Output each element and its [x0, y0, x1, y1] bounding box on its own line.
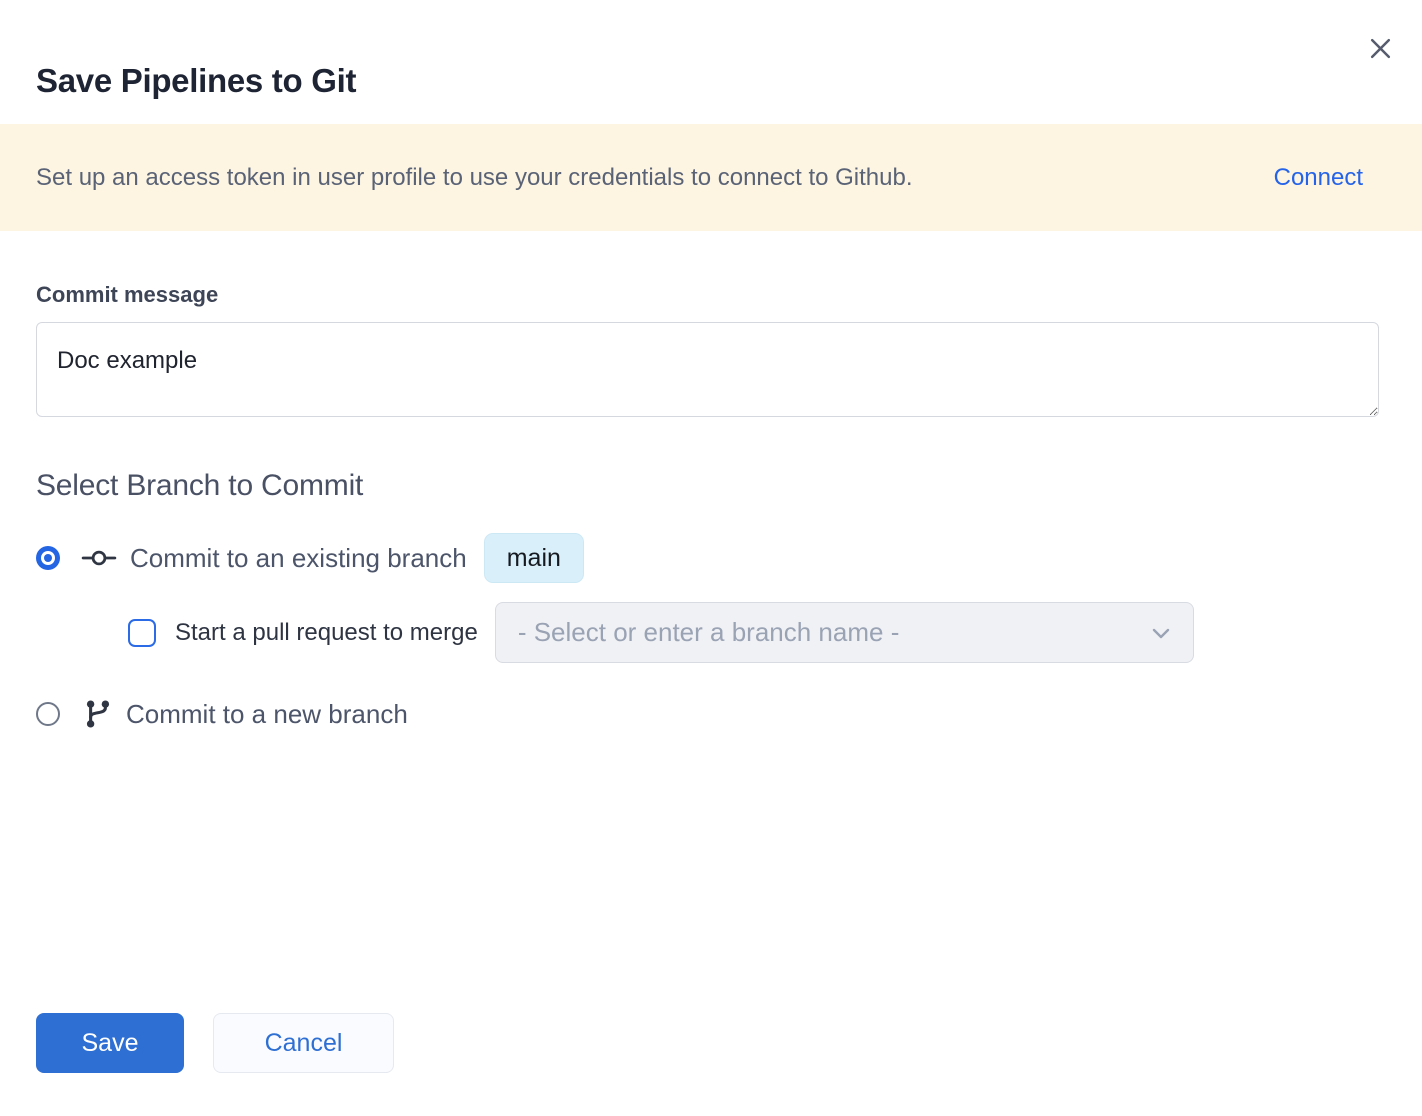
pull-request-row: Start a pull request to merge - Select o… [128, 602, 1379, 663]
save-pipelines-dialog: Save Pipelines to Git Set up an access t… [0, 0, 1422, 1116]
credentials-banner: Set up an access token in user profile t… [0, 124, 1422, 231]
existing-branch-label: Commit to an existing branch [130, 543, 467, 574]
close-button[interactable] [1362, 30, 1398, 66]
dialog-content: Commit message Doc example Select Branch… [0, 282, 1422, 738]
branch-badge[interactable]: main [484, 533, 584, 583]
connect-link[interactable]: Connect [1274, 164, 1363, 192]
git-commit-icon [81, 545, 117, 571]
dropdown-placeholder: - Select or enter a branch name - [518, 617, 900, 648]
banner-message: Set up an access token in user profile t… [36, 164, 913, 192]
git-branch-icon [83, 698, 113, 730]
chevron-down-icon [1149, 621, 1173, 645]
cancel-button[interactable]: Cancel [213, 1013, 394, 1073]
dialog-footer: Save Cancel [36, 1013, 394, 1073]
commit-message-input[interactable]: Doc example [36, 322, 1379, 417]
dialog-title: Save Pipelines to Git [0, 0, 1422, 101]
commit-message-label: Commit message [36, 282, 1379, 308]
branch-section-heading: Select Branch to Commit [36, 469, 1379, 503]
branch-select-dropdown[interactable]: - Select or enter a branch name - [495, 602, 1194, 663]
close-icon [1368, 36, 1393, 61]
existing-branch-radio[interactable] [36, 546, 60, 570]
radio-dot [44, 554, 52, 562]
new-branch-radio[interactable] [36, 702, 60, 726]
pull-request-label: Start a pull request to merge [175, 619, 478, 647]
new-branch-label: Commit to a new branch [126, 699, 408, 730]
radio-inner-ring [41, 551, 55, 565]
pull-request-checkbox[interactable] [128, 619, 156, 647]
new-branch-option: Commit to a new branch [36, 690, 1379, 738]
save-button[interactable]: Save [36, 1013, 184, 1073]
existing-branch-option: Commit to an existing branch main [36, 533, 1379, 583]
